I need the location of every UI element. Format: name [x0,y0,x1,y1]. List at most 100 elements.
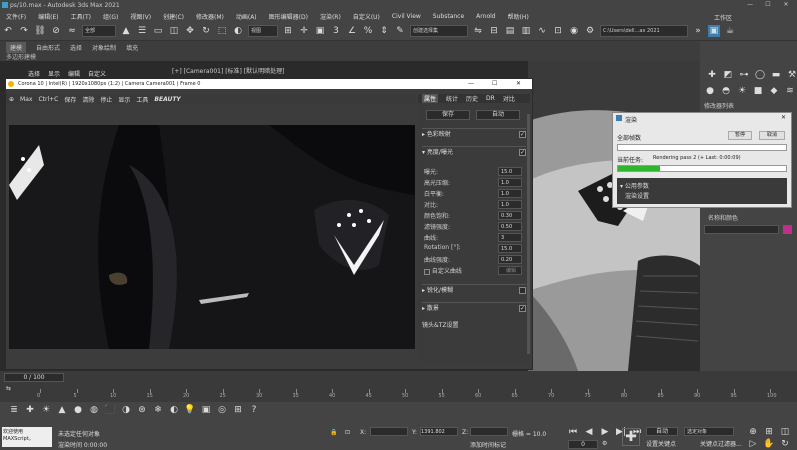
shapes-icon[interactable]: ◓ [720,85,732,97]
workspace-label[interactable]: 工作区 [708,13,738,22]
vfb-auto-button[interactable]: 自动 [476,110,520,120]
time-config-icon[interactable]: ⚙ [602,440,607,447]
menu-help[interactable]: 帮助(H) [502,12,535,21]
menu-substance[interactable]: Substance [427,13,470,20]
key-filters-button[interactable]: 关键点过滤器... [700,439,742,448]
section-tone-mapping[interactable]: ▸ 色彩映射 ✓ [422,128,526,139]
display-tab-icon[interactable]: ▬ [770,69,782,81]
vfb-minimize-icon[interactable]: — [468,80,474,87]
spacewarps-icon[interactable]: ≋ [784,85,796,97]
vfb-tool-max[interactable]: Max [20,96,32,103]
maximize-icon[interactable]: ☐ [759,1,777,8]
section-bloom[interactable]: ▸ 散景 ✓ [422,302,526,313]
custom-curve-checkbox[interactable] [424,268,430,275]
x-coord-field[interactable] [370,427,408,436]
lock-selection-icon[interactable]: 🔒 [330,429,337,436]
menu-animation[interactable]: 动画(A) [230,12,263,21]
minimize-icon[interactable]: — [741,1,759,8]
close-icon[interactable]: ✕ [777,1,795,8]
pivot-center-icon[interactable]: ⊞ [282,25,294,37]
z-coord-field[interactable] [470,427,508,436]
viewport-menu-display[interactable]: 显示 [48,69,60,78]
time-tag-label[interactable]: 添加时间标记 [470,440,506,449]
polygon-modeling-label[interactable]: 多边形建模 [6,52,36,61]
lights-icon[interactable]: ☀ [736,85,748,97]
section-sharpen-blur[interactable]: ▸ 锐化/模糊 [422,284,526,295]
absolute-mode-icon[interactable]: ⊡ [345,429,350,436]
prop-value-field[interactable]: 1.0 [498,189,522,198]
edit-named-sets-icon[interactable]: ✎ [394,25,406,37]
tab-object-paint[interactable]: 对象绘制 [92,43,116,52]
pause-button[interactable]: 暂停 [728,131,752,140]
vfb-panel-scrollbar[interactable] [527,114,530,354]
vfb-beauty-pass[interactable]: BEAUTY [154,96,180,103]
undo-icon[interactable]: ↶ [2,25,14,37]
menu-views[interactable]: 视图(V) [124,12,157,21]
menu-graph-editors[interactable]: 图形编辑器(D) [263,12,314,21]
camera-icon[interactable]: ▲ [56,404,68,416]
vfb-close-icon[interactable]: ✕ [516,80,521,87]
sharpen-checkbox[interactable] [519,287,526,294]
vfb-tab-dr[interactable]: DR [486,95,495,102]
custom-curve-edit-button[interactable]: 编辑 [498,266,522,275]
modify-tab-icon[interactable]: ◩ [722,69,734,81]
toggle-ribbon-icon[interactable]: ▥ [520,25,532,37]
rect-selection-icon[interactable]: ▭ [152,25,164,37]
play-icon[interactable]: ▶ [599,426,611,438]
goto-start-icon[interactable]: ⏮ [567,426,579,438]
redo-icon[interactable]: ↷ [18,25,30,37]
helper-filter-icon[interactable]: ⬛ [104,404,116,416]
group-icon[interactable]: ⊞ [232,404,244,416]
prop-value-field[interactable]: 15.0 [498,244,522,253]
viewport-menu-edit[interactable]: 编辑 [68,69,80,78]
layer-explorer-icon[interactable]: ▤ [504,25,516,37]
menu-arnold[interactable]: Arnold [470,13,501,20]
select-by-name-icon[interactable]: ☰ [136,25,148,37]
container-icon[interactable]: ▣ [200,404,212,416]
motion-tab-icon[interactable]: ◯ [754,69,766,81]
viewport-label[interactable]: [+] [Camera001] [标准] [默认明暗处理] [172,66,284,75]
pan-icon[interactable]: ✋ [763,438,775,450]
tab-freeform[interactable]: 自由形式 [36,43,60,52]
window-crossing-icon[interactable]: ◫ [168,25,180,37]
set-key-icon[interactable]: ✚ [622,428,640,446]
section-exposure[interactable]: ▾ 亮度/曝光 ✓ [422,146,526,157]
selection-filter-dropdown[interactable]: 全部 [82,25,116,37]
lightbulb-icon[interactable]: 💡 [184,404,196,416]
prop-value-field[interactable]: 15.0 [498,167,522,176]
geometry-filter-icon[interactable]: ● [72,404,84,416]
helpers-icon[interactable]: ◆ [768,85,780,97]
xref-icon[interactable]: ◎ [216,404,228,416]
align-icon[interactable]: ⊟ [488,25,500,37]
vfb-tab-history[interactable]: 历史 [466,94,478,103]
utilities-tab-icon[interactable]: ⚒ [786,69,797,81]
create-icon[interactable]: ✚ [24,404,36,416]
select-move-icon[interactable]: ✥ [184,25,196,37]
modifier-list-label[interactable]: 修改器列表 [704,101,734,110]
tone-mapping-checkbox[interactable]: ✓ [519,131,526,138]
bone-filter-icon[interactable]: ⊛ [136,404,148,416]
percent-snap-icon[interactable]: % [362,25,374,37]
set-key-button[interactable]: 设置关键点 [646,439,676,448]
menu-group[interactable]: 组(G) [97,12,124,21]
named-selection-set-dropdown[interactable]: 创建选择集 [410,25,468,37]
select-scale-icon[interactable]: ⬚ [216,25,228,37]
curve-editor-icon[interactable]: ∿ [536,25,548,37]
menu-civil-view[interactable]: Civil View [386,13,427,20]
place-icon[interactable]: ◐ [232,25,244,37]
render-production-icon[interactable]: ☕ [724,25,736,37]
spacewarp-filter-icon[interactable]: ◑ [120,404,132,416]
hierarchy-tab-icon[interactable]: ⊶ [738,69,750,81]
menu-create[interactable]: 创建(C) [157,12,190,21]
vfb-tool-tools[interactable]: 工具 [136,95,148,104]
viewport-menu-select[interactable]: 选择 [28,69,40,78]
orbit-icon[interactable]: ↻ [779,438,791,450]
maxscript-listener[interactable]: 欢迎使用MAXScript。 [2,427,52,447]
prop-value-field[interactable]: 0.50 [498,222,522,231]
menu-rendering[interactable]: 渲染(R) [314,12,347,21]
zoom-icon[interactable]: ⊕ [747,426,759,438]
vfb-tool-clear[interactable]: 清除 [82,95,94,104]
vfb-tab-compare[interactable]: 对比 [503,94,515,103]
current-frame-field[interactable]: 0 [568,440,598,449]
layer-icon[interactable]: ≣ [8,404,20,416]
